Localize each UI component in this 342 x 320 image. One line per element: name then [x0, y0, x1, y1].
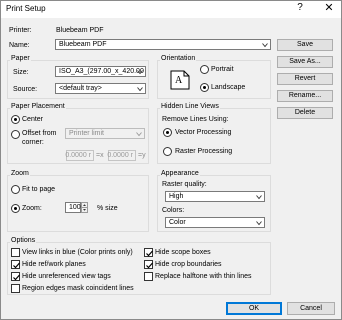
hide-ref-work-planes-checkbox[interactable] — [11, 260, 20, 269]
hide-unreferenced-view-tags-label: Hide unreferenced view tags — [22, 273, 111, 280]
region-edges-mask-checkbox[interactable] — [11, 284, 20, 293]
zoom-spinner[interactable] — [81, 202, 88, 213]
appearance-title: Appearance — [160, 170, 200, 177]
chevron-down-icon — [256, 195, 262, 200]
paper-group-title: Paper — [10, 55, 31, 62]
offset-corner-value: Printer limit — [69, 130, 105, 137]
chevron-down-icon — [256, 221, 262, 226]
rename-button[interactable]: Rename... — [277, 90, 333, 102]
replace-halftone-label: Replace halftone with thin lines — [155, 273, 252, 280]
colors-dropdown[interactable]: Color — [165, 217, 265, 228]
view-links-blue-label: View links in blue (Color prints only) — [22, 249, 133, 256]
raster-processing-radio[interactable] — [163, 147, 172, 156]
zoom-percent-value: 100 — [69, 204, 81, 211]
title-bar — [1, 1, 341, 18]
save-as-button[interactable]: Save As... — [277, 56, 333, 68]
printer-value: Bluebeam PDF — [56, 27, 104, 34]
chevron-down-icon — [136, 132, 142, 137]
zoom-radio[interactable] — [11, 204, 20, 213]
hide-scope-boxes-checkbox[interactable] — [144, 248, 153, 257]
hide-unreferenced-view-tags-checkbox[interactable] — [11, 272, 20, 281]
orientation-icon-letter: A — [175, 75, 183, 86]
center-label: Center — [22, 116, 44, 123]
printer-label: Printer: — [9, 27, 32, 34]
name-label: Name: — [9, 42, 30, 49]
view-links-blue-checkbox[interactable] — [11, 248, 20, 257]
paper-size-dropdown[interactable]: ISO_A3_(297.00_x_420.00 — [55, 66, 146, 77]
center-radio[interactable] — [11, 115, 20, 124]
offset-corner-dropdown[interactable]: Printer limit — [65, 128, 145, 139]
offset-y-suffix: =y — [138, 152, 146, 159]
hide-ref-work-planes-label: Hide ref/work planes — [22, 261, 86, 268]
delete-button[interactable]: Delete — [277, 107, 333, 119]
zoom-label: Zoom: — [22, 205, 42, 212]
checkmark-icon — [13, 274, 20, 281]
cancel-button[interactable]: Cancel — [287, 302, 335, 315]
options-title: Options — [10, 237, 37, 244]
raster-quality-label: Raster quality: — [162, 181, 207, 188]
hide-scope-boxes-label: Hide scope boxes — [155, 249, 211, 256]
offset-x-input[interactable]: 0.0000 r — [65, 150, 94, 161]
paper-size-value: ISO_A3_(297.00_x_420.00 — [59, 68, 144, 75]
landscape-page-icon: A — [170, 70, 190, 90]
vector-processing-radio[interactable] — [163, 128, 172, 137]
fit-to-page-radio[interactable] — [11, 185, 20, 194]
chevron-down-icon — [262, 43, 268, 48]
offset-x-value: 0.0000 r — [65, 152, 91, 159]
printer-name-dropdown[interactable]: Bluebeam PDF — [55, 39, 271, 50]
colors-label: Colors: — [162, 207, 185, 214]
chevron-down-icon — [137, 70, 143, 75]
paper-size-label: Size: — [13, 69, 29, 76]
hide-crop-boundaries-label: Hide crop boundaries — [155, 261, 222, 268]
checkmark-icon — [146, 262, 153, 269]
revert-button[interactable]: Revert — [277, 73, 333, 85]
offset-y-value: 0.0000 r — [107, 152, 133, 159]
offset-x-suffix: =x — [96, 152, 104, 159]
landscape-radio[interactable] — [200, 83, 209, 92]
checkmark-icon — [146, 250, 153, 257]
offset-label: Offset from corner: — [22, 130, 57, 146]
dialog-title: Print Setup — [6, 4, 46, 13]
zoom-group-title: Zoom — [10, 170, 30, 177]
remove-lines-label: Remove Lines Using: — [162, 116, 229, 123]
paper-source-dropdown[interactable]: <default tray> — [55, 83, 146, 94]
raster-processing-label: Raster Processing — [175, 148, 233, 155]
help-icon[interactable]: ? — [292, 2, 308, 16]
landscape-label: Landscape — [211, 84, 246, 91]
paper-placement-title: Paper Placement — [10, 103, 66, 110]
hide-crop-boundaries-checkbox[interactable] — [144, 260, 153, 269]
region-edges-mask-label: Region edges mask coincident lines — [22, 285, 134, 292]
printer-name-value: Bluebeam PDF — [59, 41, 107, 48]
raster-quality-value: High — [169, 193, 184, 200]
save-button[interactable]: Save — [277, 39, 333, 51]
zoom-percent-input[interactable]: 100 — [65, 202, 81, 213]
portrait-label: Portrait — [211, 66, 234, 73]
offset-y-input[interactable]: 0.0000 r — [107, 150, 136, 161]
zoom-suffix: % size — [97, 205, 118, 212]
raster-quality-dropdown[interactable]: High — [165, 191, 265, 202]
replace-halftone-checkbox[interactable] — [144, 272, 153, 281]
checkmark-icon — [13, 262, 20, 269]
chevron-down-icon — [137, 87, 143, 92]
offset-radio[interactable] — [11, 130, 20, 139]
paper-source-value: <default tray> — [59, 85, 102, 92]
colors-value: Color — [169, 219, 186, 226]
ok-button[interactable]: OK — [226, 302, 282, 315]
orientation-group-title: Orientation — [160, 55, 197, 62]
fit-to-page-label: Fit to page — [22, 186, 56, 193]
close-icon[interactable]: ✕ — [320, 1, 338, 16]
hidden-line-title: Hidden Line Views — [160, 103, 220, 110]
paper-source-label: Source: — [13, 86, 38, 93]
vector-processing-label: Vector Processing — [175, 129, 232, 136]
portrait-radio[interactable] — [200, 65, 209, 74]
